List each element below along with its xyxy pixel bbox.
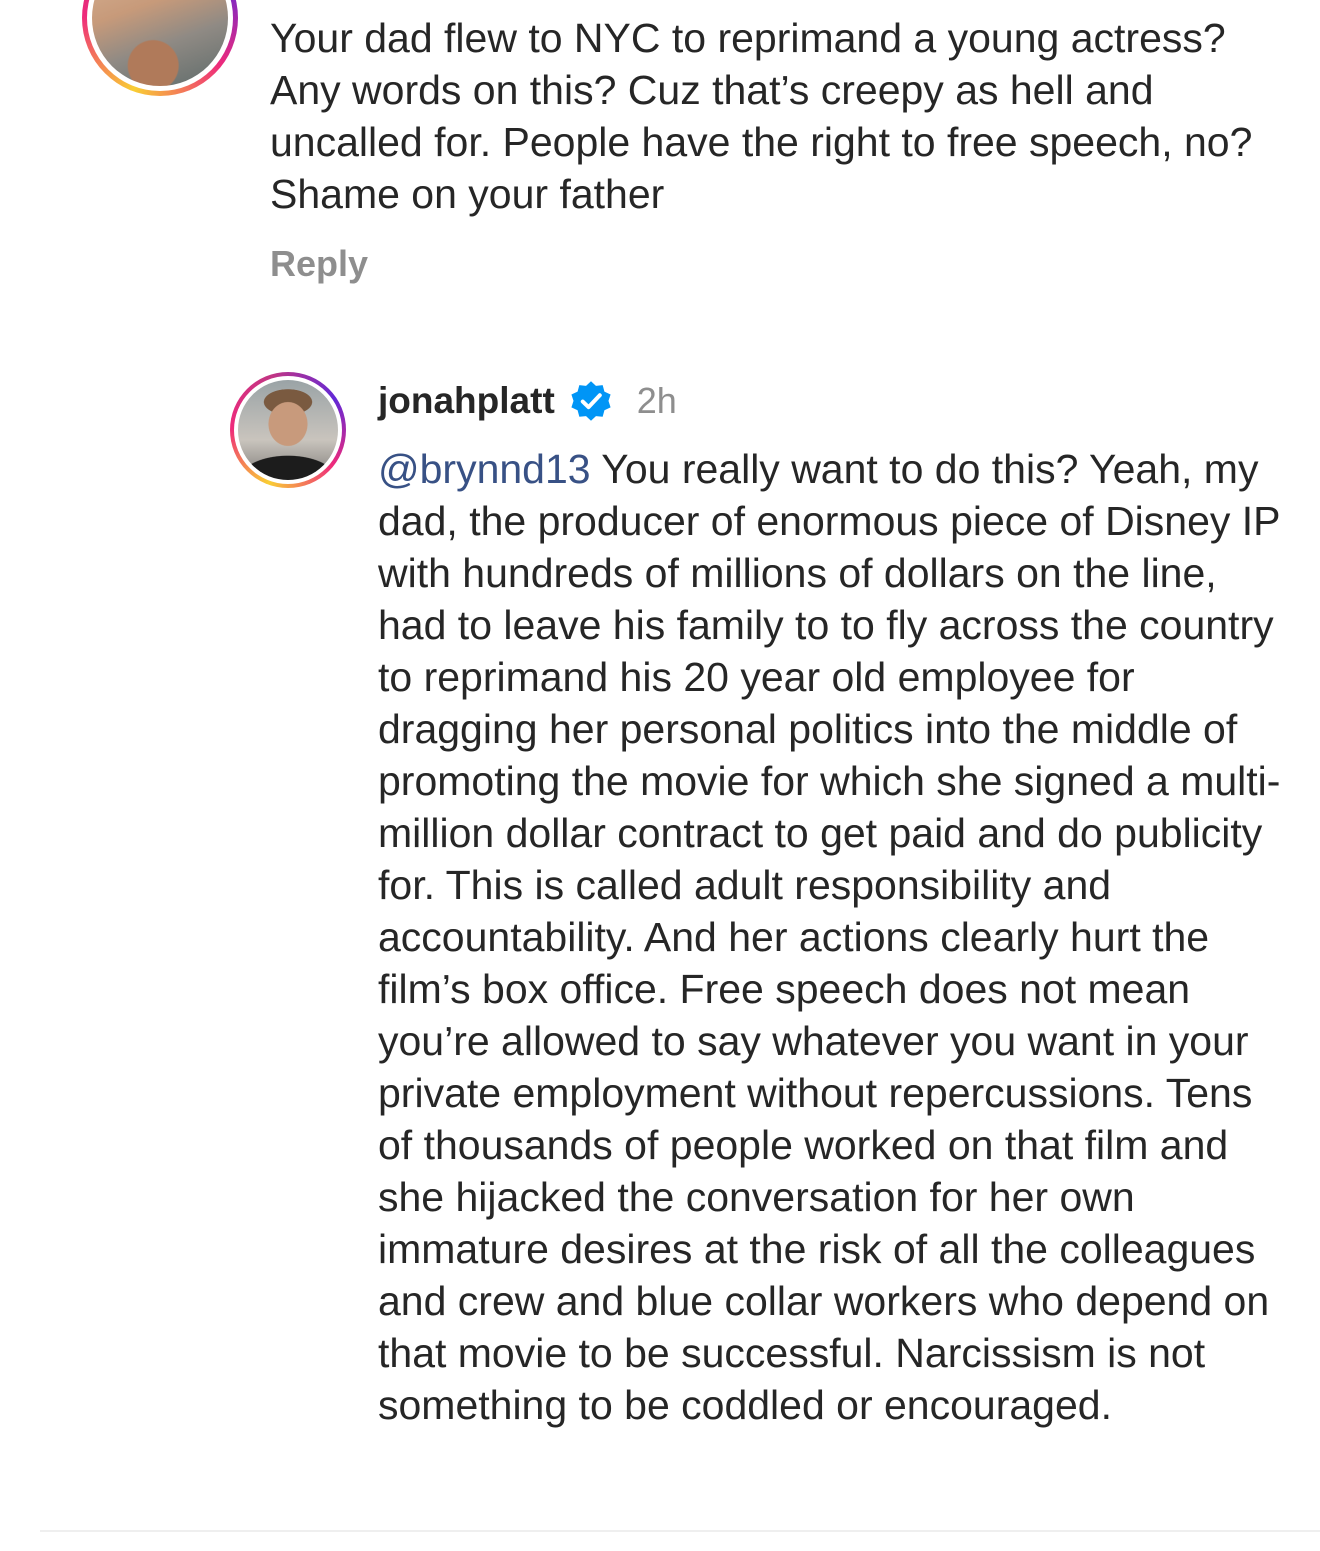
commenter-avatar[interactable] bbox=[82, 0, 238, 96]
verified-badge-icon bbox=[569, 379, 613, 423]
reply-comment-header: jonahplatt 2h bbox=[378, 375, 677, 427]
avatar-ring-gap bbox=[234, 376, 342, 484]
avatar-ring-gap bbox=[87, 0, 233, 91]
divider bbox=[40, 1530, 1320, 1532]
top-comment-text: Your dad flew to NYC to reprimand a youn… bbox=[270, 15, 1253, 217]
reply-comment-body: You really want to do this? Yeah, my dad… bbox=[378, 446, 1281, 1428]
comment-timestamp: 2h bbox=[636, 380, 677, 421]
jonahplatt-avatar-photo bbox=[238, 380, 338, 480]
reply-comment-text: @brynnd13 You really want to do this? Ye… bbox=[378, 443, 1288, 1431]
mention-link[interactable]: @brynnd13 bbox=[378, 446, 591, 492]
jonahplatt-avatar[interactable] bbox=[230, 372, 346, 488]
username[interactable]: jonahplatt bbox=[378, 380, 555, 422]
reply-button[interactable]: Reply bbox=[270, 240, 368, 288]
commenter-avatar-photo bbox=[92, 0, 228, 86]
